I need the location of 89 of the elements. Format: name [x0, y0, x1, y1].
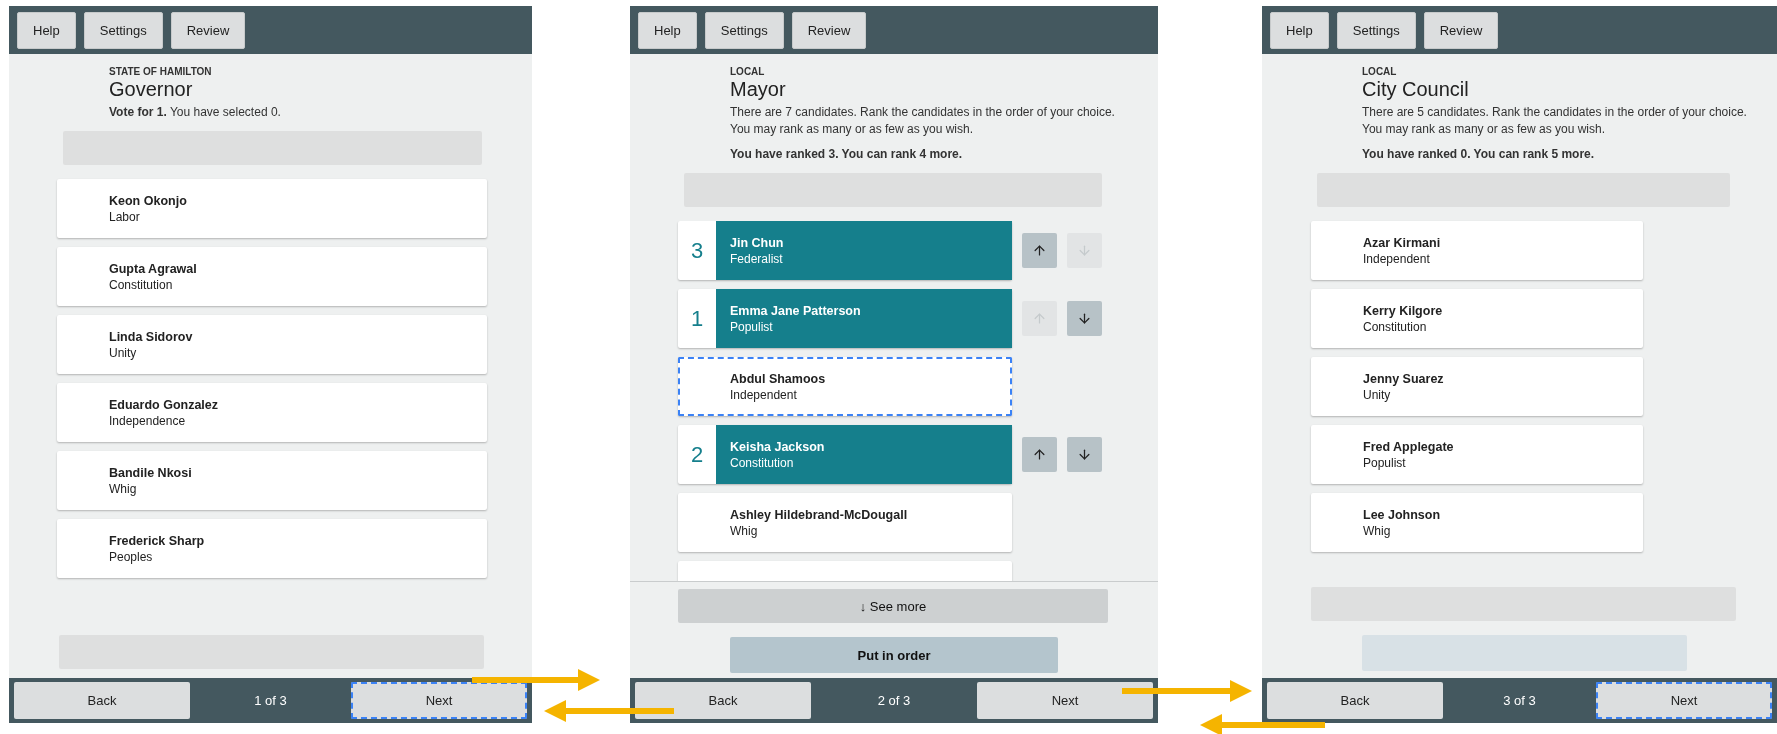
rank-number: 3 [690, 237, 704, 264]
page-indicator: 2 of 3 [876, 693, 912, 708]
candidate-name: Jin Chun [730, 235, 785, 250]
toolbar-button[interactable]: Settings [83, 11, 163, 49]
contest-district: STATE OF HAMILTON [109, 66, 213, 77]
candidate-party: Labor [109, 209, 141, 224]
next-button[interactable]: Next [977, 682, 1153, 719]
toolbar-button[interactable]: Help [1270, 11, 1329, 49]
candidate-name: Lee Johnson [1363, 507, 1442, 522]
candidate-card[interactable]: Gupta Agrawal Constitution [57, 247, 487, 306]
candidate-name: Keisha Jackson [730, 439, 826, 454]
move-down-button[interactable] [1067, 301, 1102, 336]
rank-number: 1 [690, 305, 704, 332]
candidate-card[interactable]: Azar Kirmani Independent [1311, 221, 1643, 280]
candidate-name: Ashley Hildebrand-McDougall [730, 507, 909, 522]
contest-district: LOCAL [1362, 66, 1398, 77]
candidate-party: Independence [109, 413, 187, 428]
instructions-text: There are 5 candidates. Rank the candidates in the order of your choice. You may rank as many or as few as you wish. [1362, 104, 1748, 138]
candidate-name: Frederick Sharp [109, 533, 206, 548]
candidate-card[interactable]: 3 Jin Chun Federalist [678, 221, 1012, 280]
see-more-button[interactable]: ↓ See more [678, 589, 1108, 623]
candidate-party: Independent [1363, 251, 1431, 266]
back-button[interactable]: Back [14, 682, 190, 719]
candidate-card[interactable]: Jenny Suarez Unity [1311, 357, 1643, 416]
page-indicator: 3 of 3 [1502, 693, 1537, 708]
candidate-card[interactable]: Linda Sidorov Unity [57, 315, 487, 374]
put-in-order-button[interactable]: Put in order [730, 637, 1058, 673]
candidate-name: Kerry Kilgore [1363, 303, 1444, 318]
toolbar-button[interactable]: Settings [1336, 11, 1416, 49]
candidate-card[interactable]: 2 Keisha Jackson Constitution [678, 425, 1012, 484]
contest-title: City Council [1362, 78, 1470, 101]
rank-number: 2 [690, 441, 704, 468]
contest-title: Mayor [730, 78, 787, 101]
toolbar-button[interactable]: Review [791, 11, 867, 49]
candidate-name: Abdul Shamoos [730, 371, 827, 386]
next-button[interactable]: Next [351, 682, 527, 719]
candidate-name: Gupta Agrawal [109, 261, 198, 276]
candidate-card[interactable]: Bandile Nkosi Whig [57, 451, 487, 510]
candidate-name: Azar Kirmani [1363, 235, 1442, 250]
candidate-name: Eduardo Gonzalez [109, 397, 220, 412]
instructions-text: Vote for 1. You have selected 0. [109, 104, 282, 121]
candidate-party: Whig [730, 523, 759, 538]
candidate-party: Federalist [730, 251, 784, 266]
down-arrow-icon [1077, 311, 1092, 326]
candidate-card[interactable]: Fred Applegate Populist [1311, 425, 1643, 484]
back-button[interactable]: Back [1267, 682, 1443, 719]
move-up-button[interactable] [1022, 437, 1057, 472]
candidate-name: Keon Okonjo [109, 193, 188, 208]
contest-district: LOCAL [730, 66, 766, 77]
move-up-button[interactable] [1022, 233, 1057, 268]
candidate-party: Whig [109, 481, 138, 496]
back-button[interactable]: Back [635, 682, 811, 719]
candidate-card[interactable]: Ashley Hildebrand-McDougall Whig [678, 493, 1012, 552]
next-button[interactable]: Next [1596, 682, 1772, 719]
candidate-party: Unity [1363, 387, 1392, 402]
instructions-text: There are 7 candidates. Rank the candidates in the order of your choice. You may rank as many or as few as you wish. [730, 104, 1116, 138]
candidate-card[interactable]: Frederick Sharp Peoples [57, 519, 487, 578]
instructions-text: You have ranked 3. You can rank 4 more. [730, 146, 964, 163]
candidate-card[interactable]: Keon Okonjo Labor [57, 179, 487, 238]
page-indicator: 1 of 3 [253, 693, 288, 708]
candidate-party: Unity [109, 345, 138, 360]
candidate-party: Populist [1363, 455, 1407, 470]
toolbar-button[interactable]: Review [1423, 11, 1499, 49]
candidate-party: Constitution [730, 455, 795, 470]
candidate-name: Emma Jane Patterson [730, 303, 862, 318]
down-arrow-icon [1077, 447, 1092, 462]
candidate-name: Jenny Suarez [1363, 371, 1445, 386]
toolbar-button[interactable]: Settings [704, 11, 784, 49]
candidate-name: Bandile Nkosi [109, 465, 193, 480]
candidate-card[interactable]: Lee Johnson Whig [1311, 493, 1643, 552]
candidate-name: Fred Applegate [1363, 439, 1455, 454]
toolbar-button[interactable]: Help [638, 11, 697, 49]
contest-title: Governor [109, 78, 194, 101]
candidate-party: Whig [1363, 523, 1392, 538]
candidate-party: Constitution [1363, 319, 1428, 334]
toolbar-button[interactable]: Review [170, 11, 246, 49]
down-arrow-icon [1077, 243, 1092, 258]
instructions-text: You have ranked 0. You can rank 5 more. [1362, 146, 1596, 163]
candidate-card[interactable]: Abdul Shamoos Independent [678, 357, 1012, 416]
candidate-party: Independent [730, 387, 798, 402]
toolbar-button[interactable]: Help [17, 11, 76, 49]
move-down-button[interactable] [1067, 437, 1102, 472]
candidate-name: Linda Sidorov [109, 329, 194, 344]
candidate-party: Populist [730, 319, 774, 334]
candidate-party: Constitution [109, 277, 174, 292]
candidate-card[interactable]: 1 Emma Jane Patterson Populist [678, 289, 1012, 348]
candidate-party: Peoples [109, 549, 154, 564]
candidate-card[interactable]: Eduardo Gonzalez Independence [57, 383, 487, 442]
candidate-card[interactable]: Kerry Kilgore Constitution [1311, 289, 1643, 348]
